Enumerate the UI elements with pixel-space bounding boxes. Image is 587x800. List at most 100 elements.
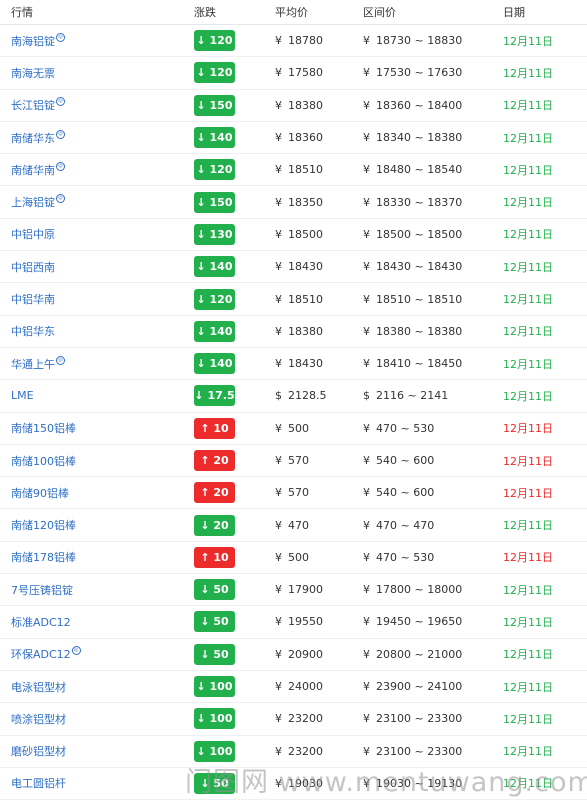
currency-symbol: ¥: [363, 583, 370, 597]
date-text: 12月11日: [503, 34, 553, 48]
change-badge: ↓ 120: [194, 62, 235, 84]
change-cell: ↓ 50: [182, 579, 262, 601]
currency-symbol: ¥: [363, 647, 370, 661]
date-cell: 12月11日: [490, 582, 587, 598]
average-price: 18380: [288, 324, 323, 338]
market-name-link[interactable]: 南储178铝棒: [11, 551, 76, 564]
market-name-link[interactable]: 中铝华南: [11, 293, 55, 306]
change-cell: ↓ 130: [182, 223, 262, 245]
market-name-link[interactable]: 电工圆铝杆: [11, 777, 66, 790]
change-badge: ↓ 100: [194, 708, 235, 730]
date-text: 12月11日: [503, 99, 553, 113]
price-table: 行情 涨跌 平均价 区间价 日期 南海铝锭 ◎ ↓ 120 ¥18780 ¥18730 …: [0, 0, 587, 800]
market-cell: 南海铝锭 ◎: [0, 32, 182, 49]
market-name-link[interactable]: 标准ADC12: [11, 616, 71, 629]
price-range: 470 ~ 530: [376, 421, 435, 435]
header-average-price: 平均价: [275, 6, 308, 19]
market-name-link[interactable]: 南储120铝棒: [11, 519, 76, 532]
table-row: 南储100铝棒 ↑ 20 ¥570 ¥540 ~ 600 12月11日: [0, 445, 587, 478]
currency-symbol: ¥: [363, 744, 370, 758]
change-cell: ↓ 140: [182, 127, 262, 149]
currency-symbol: ¥: [275, 647, 282, 661]
market-name-link[interactable]: 长江铝锭: [11, 99, 55, 112]
header-price-range: 区间价: [363, 6, 396, 19]
table-row: 南储150铝棒 ↑ 10 ¥500 ¥470 ~ 530 12月11日: [0, 413, 587, 445]
market-name-link[interactable]: 南海无票: [11, 67, 55, 80]
info-icon: ◎: [56, 194, 65, 204]
average-price: 19030: [288, 776, 323, 790]
market-name-link[interactable]: 中铝华东: [11, 325, 55, 338]
market-name-link[interactable]: 南海铝锭: [11, 35, 55, 48]
price-range-cell: ¥540 ~ 600: [350, 486, 490, 499]
change-cell: ↓ 140: [182, 256, 262, 278]
change-cell: ↓ 120: [182, 288, 262, 310]
date-cell: 12月11日: [490, 775, 587, 791]
price-range-cell: ¥18410 ~ 18450: [350, 357, 490, 370]
currency-symbol: ¥: [275, 712, 282, 726]
price-range: 23100 ~ 23300: [376, 744, 463, 758]
price-range: 18340 ~ 18380: [376, 131, 463, 145]
currency-symbol: ¥: [275, 34, 282, 48]
change-badge: ↑ 20: [194, 482, 235, 504]
average-price-cell: ¥18350: [262, 196, 350, 209]
market-name-link[interactable]: 南储华东: [11, 132, 55, 145]
market-name-link[interactable]: 中铝西南: [11, 261, 55, 274]
table-row: 南海铝锭 ◎ ↓ 120 ¥18780 ¥18730 ~ 18830 12月11日: [0, 25, 587, 58]
price-range: 470 ~ 470: [376, 518, 435, 532]
table-row: 标准ADC12 ↓ 50 ¥19550 ¥19450 ~ 19650 12月11日: [0, 606, 587, 639]
date-cell: 12月11日: [490, 743, 587, 759]
market-cell: 南储100铝棒: [0, 453, 182, 469]
average-price: 18430: [288, 357, 323, 371]
change-badge: ↓ 50: [194, 772, 235, 794]
date-cell: 12月11日: [490, 549, 587, 565]
market-name-link[interactable]: 7号压铸铝锭: [11, 584, 73, 597]
market-name-link[interactable]: 南储150铝棒: [11, 422, 76, 435]
price-range-cell: ¥20800 ~ 21000: [350, 648, 490, 661]
average-price: 18380: [288, 98, 323, 112]
change-badge: ↓ 100: [194, 676, 235, 698]
average-price-cell: ¥470: [262, 519, 350, 532]
table-row: 中铝西南 ↓ 140 ¥18430 ¥18430 ~ 18430 12月11日: [0, 251, 587, 284]
change-cell: ↑ 10: [182, 546, 262, 568]
date-text: 12月11日: [503, 389, 553, 403]
currency-symbol: ¥: [275, 744, 282, 758]
price-range-cell: ¥17530 ~ 17630: [350, 66, 490, 79]
market-name-link[interactable]: 南储100铝棒: [11, 455, 76, 468]
market-name-link[interactable]: 上海铝锭: [11, 196, 55, 209]
market-name-link[interactable]: 南储华南: [11, 164, 55, 177]
date-cell: 12月11日: [490, 97, 587, 113]
price-range-cell: ¥18500 ~ 18500: [350, 228, 490, 241]
price-range-cell: ¥470 ~ 530: [350, 422, 490, 435]
market-cell: 中铝西南: [0, 259, 182, 275]
market-name-link[interactable]: 磨砂铝型材: [11, 745, 66, 758]
table-row: 南储90铝棒 ↑ 20 ¥570 ¥540 ~ 600 12月11日: [0, 477, 587, 510]
currency-symbol: ¥: [275, 615, 282, 629]
header-market: 行情: [11, 6, 33, 19]
price-range: 18360 ~ 18400: [376, 98, 463, 112]
price-range-cell: ¥17800 ~ 18000: [350, 583, 490, 596]
price-range: 18510 ~ 18510: [376, 292, 463, 306]
average-price-cell: ¥18780: [262, 34, 350, 47]
table-row: 中铝华南 ↓ 120 ¥18510 ¥18510 ~ 18510 12月11日: [0, 283, 587, 316]
currency-symbol: ¥: [275, 486, 282, 500]
table-row: 电泳铝型材 ↓ 100 ¥24000 ¥23900 ~ 24100 12月11日: [0, 671, 587, 704]
market-name-link[interactable]: 喷涂铝型材: [11, 713, 66, 726]
table-row: 南储120铝棒 ↓ 20 ¥470 ¥470 ~ 470 12月11日: [0, 509, 587, 542]
change-cell: ↓ 17.5: [182, 385, 262, 407]
date-text: 12月11日: [503, 680, 553, 694]
price-range-cell: ¥18360 ~ 18400: [350, 99, 490, 112]
currency-symbol: ¥: [275, 66, 282, 80]
change-badge: ↓ 50: [194, 579, 235, 601]
table-row: 华通上午 ◎ ↓ 140 ¥18430 ¥18410 ~ 18450 12月11日: [0, 348, 587, 381]
currency-symbol: ¥: [363, 615, 370, 629]
market-name-link[interactable]: 华通上午: [11, 358, 55, 371]
market-name-link[interactable]: 中铝中原: [11, 228, 55, 241]
date-text: 12月11日: [503, 325, 553, 339]
market-name-link[interactable]: LME: [11, 389, 34, 402]
market-name-link[interactable]: 南储90铝棒: [11, 487, 69, 500]
market-name-link[interactable]: 环保ADC12: [11, 648, 71, 661]
table-body: 南海铝锭 ◎ ↓ 120 ¥18780 ¥18730 ~ 18830 12月11日 南海无票…: [0, 25, 587, 800]
price-range-cell: ¥18730 ~ 18830: [350, 34, 490, 47]
market-name-link[interactable]: 电泳铝型材: [11, 681, 66, 694]
date-cell: 12月11日: [490, 291, 587, 307]
